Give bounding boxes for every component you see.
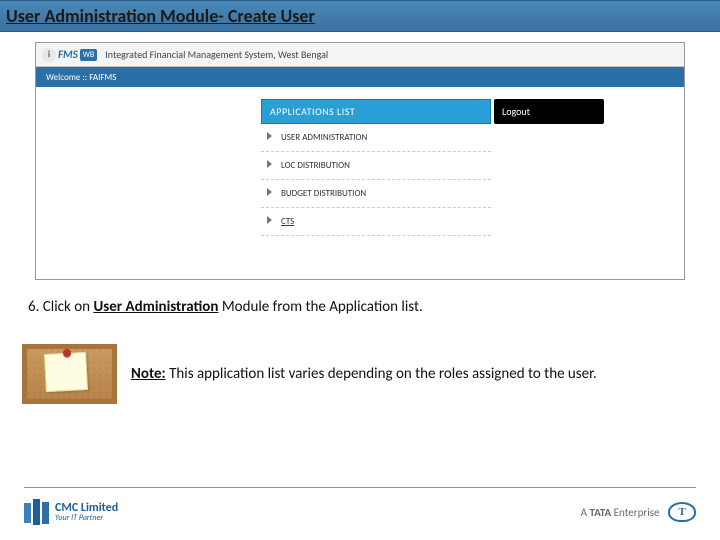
step-number: 6.: [28, 298, 39, 316]
welcome-user: FAIFMS: [89, 72, 116, 83]
pushpin-icon: [63, 349, 71, 357]
instruction-step: 6. Click on User Administration Module f…: [28, 298, 700, 316]
corkboard-icon: [22, 344, 117, 404]
app-item-loc-distribution[interactable]: LOC DISTRIBUTION: [261, 152, 491, 180]
triangle-bullet-icon: [267, 216, 272, 224]
app-item-budget-distribution[interactable]: BUDGET DISTRIBUTION: [261, 180, 491, 208]
info-icon: i: [42, 48, 56, 62]
app-item-label: USER ADMINISTRATION: [281, 132, 367, 143]
applications-list-items: USER ADMINISTRATION LOC DISTRIBUTION BUD…: [261, 124, 491, 236]
instruction-suffix: Module from the Application list.: [222, 298, 423, 316]
footer-divider: [24, 487, 696, 488]
app-screenshot: i FMS WB Integrated Financial Management…: [35, 42, 685, 280]
triangle-bullet-icon: [267, 160, 272, 168]
welcome-label: Welcome ::: [46, 72, 87, 83]
tata-logo-icon: [668, 502, 696, 522]
cmc-logo: CMC Limited Your IT Partner: [24, 499, 118, 525]
app-body: APPLICATIONS LIST USER ADMINISTRATION LO…: [36, 87, 684, 279]
slide-title-bar: User Administration Module- Create User: [0, 0, 720, 32]
cmc-sub-text: Your IT Partner: [55, 514, 118, 522]
cmc-text: CMC Limited Your IT Partner: [55, 502, 118, 522]
app-item-user-administration[interactable]: USER ADMINISTRATION: [261, 124, 491, 152]
applications-list-panel: APPLICATIONS LIST USER ADMINISTRATION LO…: [261, 99, 491, 236]
cmc-mark-icon: [24, 499, 49, 525]
instruction-bold: User Administration: [93, 298, 218, 316]
triangle-bullet-icon: [267, 132, 272, 140]
triangle-bullet-icon: [267, 188, 272, 196]
instruction-prefix: Click on: [43, 298, 90, 316]
note-label: Note:: [131, 365, 166, 383]
tata-text: A TATA Enterprise: [581, 506, 662, 519]
note-row: Note: This application list varies depen…: [22, 344, 700, 404]
note-text-block: Note: This application list varies depen…: [131, 365, 597, 383]
sticky-note-icon: [44, 352, 88, 392]
logout-button[interactable]: Logout: [494, 99, 604, 124]
footer: CMC Limited Your IT Partner A TATA Enter…: [24, 494, 696, 530]
welcome-bar: Welcome :: FAIFMS: [36, 67, 684, 87]
system-name: Integrated Financial Management System, …: [105, 48, 328, 61]
app-item-cts[interactable]: CTS: [261, 208, 491, 236]
logout-label: Logout: [502, 105, 530, 118]
ifms-logo: i FMS WB: [42, 48, 97, 62]
tata-prefix: A: [581, 506, 590, 519]
logo-wb-badge: WB: [80, 49, 97, 61]
tata-enterprise: A TATA Enterprise: [581, 502, 696, 522]
app-header: i FMS WB Integrated Financial Management…: [36, 43, 684, 67]
app-item-label: CTS: [281, 216, 294, 227]
app-item-label: LOC DISTRIBUTION: [281, 160, 350, 171]
tata-strong: TATA: [590, 506, 612, 519]
applications-list-header: APPLICATIONS LIST: [261, 99, 491, 124]
logo-fms-text: FMS: [58, 48, 78, 61]
app-item-label: BUDGET DISTRIBUTION: [281, 188, 366, 199]
tata-suffix: Enterprise: [611, 506, 659, 519]
note-text: This application list varies depending o…: [169, 365, 597, 383]
slide-title: User Administration Module- Create User: [6, 5, 315, 27]
